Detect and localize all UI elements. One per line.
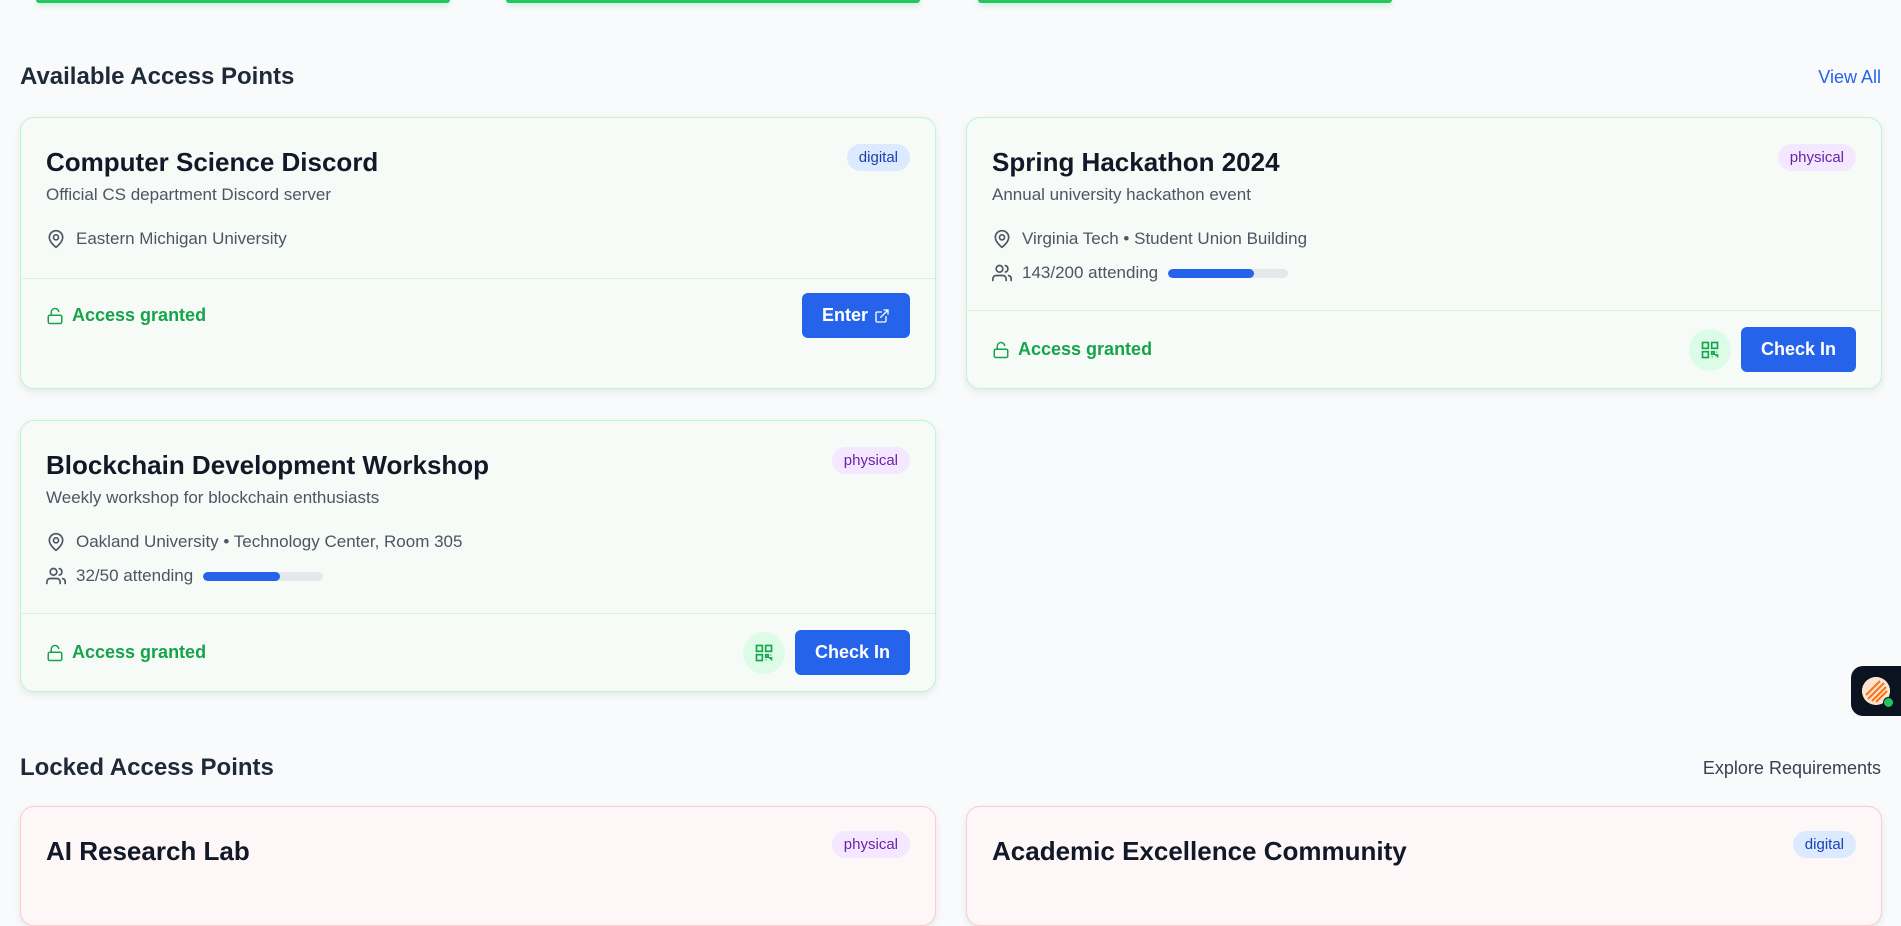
card-description: Annual university hackathon event	[992, 185, 1251, 204]
attendance-text: 143/200 attending	[1022, 263, 1159, 282]
location-text: Virginia Tech • Student Union Building	[1022, 229, 1308, 248]
type-badge: physical	[1777, 144, 1856, 171]
locked-section-header: Locked Access Points Explore Requirement…	[20, 754, 1881, 782]
enter-label: Enter	[821, 305, 868, 325]
section-title: Locked Access Points	[20, 754, 274, 781]
map-pin-icon	[46, 532, 66, 552]
attendance-row: 143/200 attending	[992, 262, 1856, 284]
qr-code-button[interactable]	[742, 631, 785, 674]
map-pin-icon	[992, 229, 1012, 249]
access-status: Access granted	[46, 305, 206, 326]
card-title: AI Research Lab	[46, 836, 250, 866]
check-in-button[interactable]: Check In	[1740, 327, 1856, 372]
type-badge: physical	[831, 447, 910, 474]
card-title: Academic Excellence Community	[992, 836, 1407, 866]
location-row: Eastern Michigan University	[46, 228, 910, 250]
card-title: Computer Science Discord	[46, 147, 379, 177]
location-row: Virginia Tech • Student Union Building	[992, 228, 1856, 250]
access-label: Access granted	[1018, 339, 1153, 359]
access-point-card: Blockchain Development Workshop Weekly w…	[20, 420, 936, 692]
locked-access-point-card: AI Research Lab physical	[20, 806, 936, 926]
unlock-icon	[46, 644, 64, 662]
unlock-icon	[46, 307, 64, 325]
access-point-card: Computer Science Discord Official CS dep…	[20, 117, 936, 389]
access-status: Access granted	[46, 642, 206, 663]
section-title: Available Access Points	[20, 63, 295, 90]
attendance-progress-bar	[1168, 268, 1289, 278]
previous-card-edge	[36, 0, 450, 3]
card-title: Spring Hackathon 2024	[992, 147, 1280, 177]
card-footer: Access granted Check In	[967, 310, 1881, 388]
view-all-link[interactable]: View All	[1818, 67, 1881, 88]
external-link-icon	[874, 308, 890, 324]
type-badge: digital	[1792, 831, 1856, 858]
qr-code-icon	[1700, 340, 1720, 360]
floating-chat-widget[interactable]	[1851, 666, 1901, 716]
location-row: Oakland University • Technology Center, …	[46, 531, 910, 553]
qr-code-button[interactable]	[1688, 328, 1731, 371]
access-label: Access granted	[72, 305, 207, 325]
explore-requirements-link[interactable]: Explore Requirements	[1703, 758, 1881, 779]
location-text: Eastern Michigan University	[76, 229, 287, 248]
online-status-indicator	[1883, 697, 1894, 708]
type-badge: digital	[846, 144, 910, 171]
type-badge: physical	[831, 831, 910, 858]
card-title: Blockchain Development Workshop	[46, 450, 490, 480]
access-point-card: Spring Hackathon 2024 Annual university …	[966, 117, 1882, 389]
access-label: Access granted	[72, 642, 207, 662]
access-status: Access granted	[992, 339, 1152, 360]
attendance-progress-fill	[1168, 268, 1254, 278]
attendance-progress-fill	[203, 571, 281, 581]
locked-access-point-card: Academic Excellence Community digital	[966, 806, 1882, 926]
attendance-progress-bar	[203, 571, 324, 581]
location-text: Oakland University • Technology Center, …	[76, 532, 463, 551]
unlock-icon	[992, 341, 1010, 359]
previous-card-edge	[978, 0, 1392, 3]
enter-button[interactable]: Enter	[801, 293, 910, 338]
card-footer: Access granted Enter	[21, 278, 935, 388]
attendance-text: 32/50 attending	[76, 566, 194, 585]
card-description: Weekly workshop for blockchain enthusias…	[46, 488, 380, 507]
check-in-button[interactable]: Check In	[794, 630, 910, 675]
available-section-header: Available Access Points View All	[20, 63, 1881, 91]
users-icon	[46, 566, 66, 586]
card-description: Official CS department Discord server	[46, 185, 332, 204]
card-footer: Access granted Check In	[21, 613, 935, 691]
users-icon	[992, 263, 1012, 283]
map-pin-icon	[46, 229, 66, 249]
previous-card-edge	[506, 0, 920, 3]
qr-code-icon	[754, 643, 774, 663]
attendance-row: 32/50 attending	[46, 565, 910, 587]
